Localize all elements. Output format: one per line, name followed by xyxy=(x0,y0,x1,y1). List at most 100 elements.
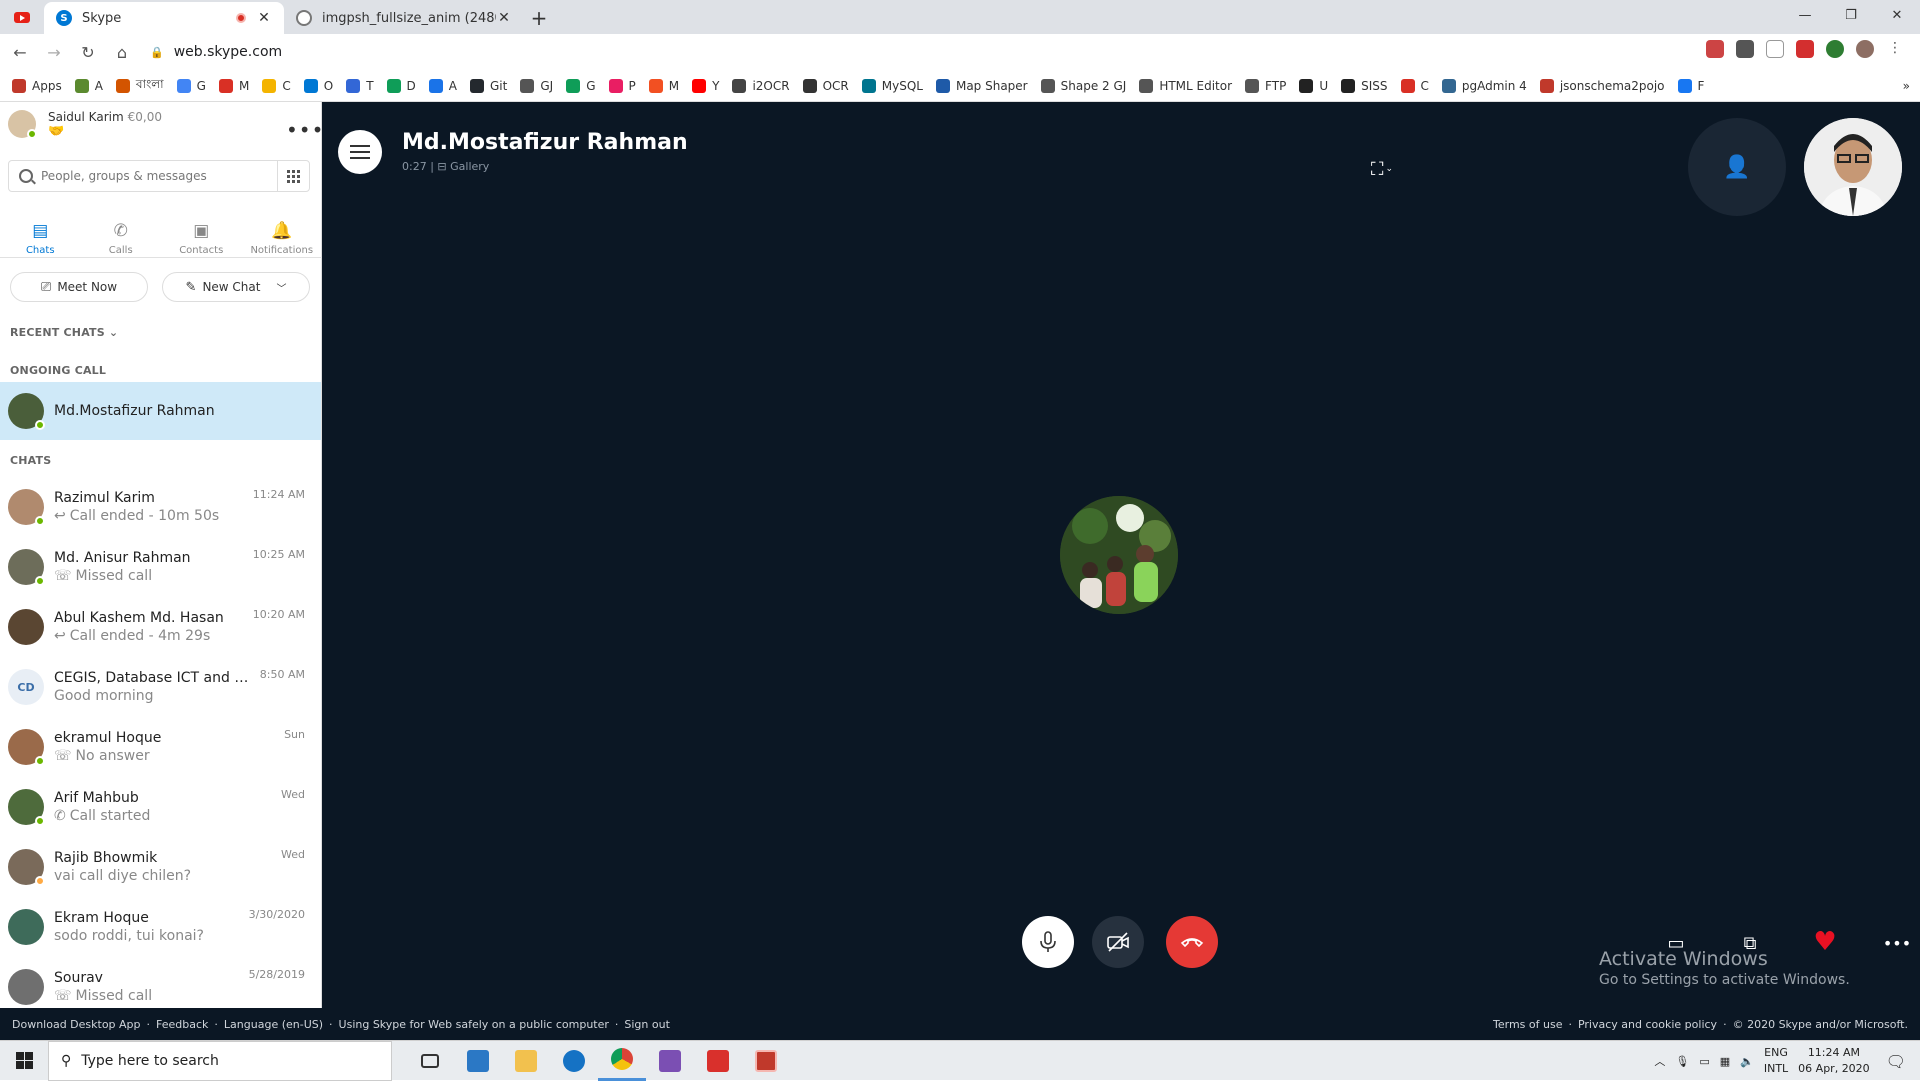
bookmark-item[interactable]: GJ xyxy=(520,78,553,93)
restore-icon[interactable]: ❐ xyxy=(1828,0,1874,30)
video-toggle-button[interactable] xyxy=(1092,916,1144,968)
bookmark-item[interactable]: HTML Editor xyxy=(1139,78,1232,93)
bookmark-item[interactable]: SISS xyxy=(1341,78,1388,93)
bookmark-item[interactable]: D xyxy=(386,78,416,93)
app-icon[interactable] xyxy=(694,1041,742,1081)
tab-calls[interactable]: ✆ Calls xyxy=(81,208,162,256)
more-options-icon[interactable]: ••• xyxy=(286,118,324,142)
bookmark-item[interactable]: F xyxy=(1677,78,1704,93)
search-input[interactable]: People, groups & messages xyxy=(8,160,310,192)
profile-avatar-icon[interactable] xyxy=(1856,40,1874,58)
back-icon[interactable]: ← xyxy=(6,38,34,66)
youtube-pinned-tab-icon[interactable] xyxy=(0,0,44,34)
chevron-down-icon[interactable]: ﹀ xyxy=(276,280,286,295)
bookmark-item[interactable]: jsonschema2pojo xyxy=(1539,78,1665,93)
url-field[interactable]: 🔒 web.skype.com xyxy=(140,38,1900,66)
bookmark-item[interactable]: G xyxy=(566,78,596,93)
recent-chats-header[interactable]: RECENT CHATS ⌄ xyxy=(10,326,118,339)
browser-tab-skype[interactable]: S Skype ✕ xyxy=(44,2,284,34)
menu-kebab-icon[interactable]: ⋮ xyxy=(1886,40,1904,58)
bookmarks-overflow-icon[interactable]: » xyxy=(1903,79,1910,93)
taskbar-search-input[interactable]: ⚲ Type here to search xyxy=(48,1040,392,1081)
bookmark-item[interactable]: M xyxy=(218,78,249,93)
minimize-icon[interactable]: — xyxy=(1782,0,1828,30)
hang-up-button[interactable] xyxy=(1166,916,1218,968)
bookmark-item[interactable]: i2OCR xyxy=(732,78,790,93)
battery-icon[interactable]: ▭ xyxy=(1699,1055,1709,1068)
chat-list-item[interactable]: Ekram Hoque sodo roddi, tui konai? 3/30/20… xyxy=(0,898,321,956)
file-explorer-icon[interactable] xyxy=(502,1041,550,1081)
avatar[interactable] xyxy=(8,110,37,139)
new-chat-button[interactable]: ✎ New Chat ﹀ xyxy=(162,272,310,302)
footer-link[interactable]: © 2020 Skype and/or Microsoft. xyxy=(1733,1018,1908,1031)
profile-header[interactable]: Saidul Karim €0,00 🤝 xyxy=(8,110,162,139)
action-center-icon[interactable]: 🗨 xyxy=(1886,1052,1906,1071)
footer-link[interactable]: Download Desktop App xyxy=(12,1018,141,1031)
chat-list-item[interactable]: Razimul Karim ↩ Call ended - 10m 50s 11:24 … xyxy=(0,478,321,536)
footer-link[interactable]: Using Skype for Web safely on a public c… xyxy=(339,1018,609,1031)
star-icon[interactable] xyxy=(1766,40,1784,58)
bookmark-item[interactable]: Git xyxy=(470,78,507,93)
chat-list-item[interactable]: Abul Kashem Md. Hasan ↩ Call ended - 4m 29… xyxy=(0,598,321,656)
bookmark-item[interactable]: C xyxy=(262,78,291,93)
bookmark-item[interactable]: Shape 2 GJ xyxy=(1040,78,1126,93)
bookmark-item[interactable]: pgAdmin 4 xyxy=(1441,78,1527,93)
clock[interactable]: 11:24 AM 06 Apr, 2020 xyxy=(1798,1045,1870,1077)
meet-now-button[interactable]: ⎚ Meet Now xyxy=(10,272,148,302)
bookmark-item[interactable]: P xyxy=(608,78,636,93)
bookmark-item[interactable]: FTP xyxy=(1245,78,1286,93)
footer-link[interactable]: Language (en-US) xyxy=(224,1018,323,1031)
bookmark-item[interactable]: বাংলা xyxy=(115,76,164,96)
forward-icon[interactable]: → xyxy=(40,38,68,66)
bookmark-item[interactable]: A xyxy=(74,78,103,93)
layout-switch-icon[interactable]: ⛶ ⌄ xyxy=(1362,154,1402,184)
skype-credit[interactable]: €0,00 xyxy=(128,110,162,124)
bookmark-item[interactable]: C xyxy=(1400,78,1429,93)
bookmark-item[interactable]: G xyxy=(176,78,206,93)
edge-icon[interactable] xyxy=(550,1041,598,1081)
bookmark-item[interactable]: MySQL xyxy=(861,78,923,93)
language-indicator[interactable]: ENG INTL xyxy=(1764,1045,1788,1077)
browser-tab-image[interactable]: imgpsh_fullsize_anim (2480×350 ✕ xyxy=(284,2,524,34)
ongoing-call-item[interactable]: Md.Mostafizur Rahman xyxy=(0,382,321,440)
footer-link[interactable]: Terms of use xyxy=(1493,1018,1562,1031)
network-icon[interactable]: ▦ xyxy=(1720,1055,1730,1068)
reload-icon[interactable]: ↻ xyxy=(74,38,102,66)
chat-list-item[interactable]: Rajib Bhowmik vai call diye chilen? Wed xyxy=(0,838,321,896)
bookmark-item[interactable]: Apps xyxy=(12,78,62,93)
task-view-icon[interactable] xyxy=(406,1041,454,1081)
self-video-preview[interactable] xyxy=(1804,118,1902,216)
chat-list-item[interactable]: ekramul Hoque ☏ No answer Sun xyxy=(0,718,321,776)
bookmark-item[interactable]: U xyxy=(1299,78,1328,93)
footer-link[interactable]: Privacy and cookie policy xyxy=(1578,1018,1717,1031)
close-tab-icon[interactable]: ✕ xyxy=(256,10,272,26)
chat-list-item[interactable]: CD CEGIS, Database ICT and Sy... Good morn… xyxy=(0,658,321,716)
visual-studio-icon[interactable] xyxy=(646,1041,694,1081)
dialpad-icon[interactable] xyxy=(277,161,309,191)
tab-contacts[interactable]: ▣ Contacts xyxy=(161,208,242,256)
home-icon[interactable]: ⌂ xyxy=(108,38,136,66)
close-window-icon[interactable]: ✕ xyxy=(1874,0,1920,30)
tab-notifications[interactable]: 🔔 Notifications xyxy=(242,208,323,256)
windows-start-icon[interactable] xyxy=(0,1041,48,1081)
chat-list-item[interactable]: Md. Anisur Rahman ☏ Missed call 10:25 AM xyxy=(0,538,321,596)
camera-icon[interactable] xyxy=(1736,40,1754,58)
app-icon[interactable] xyxy=(454,1041,502,1081)
more-options-icon[interactable]: ••• xyxy=(1882,930,1912,956)
bookmark-item[interactable]: T xyxy=(346,78,374,93)
extension-icon[interactable] xyxy=(1706,40,1724,58)
bookmark-item[interactable]: A xyxy=(428,78,457,93)
close-tab-icon[interactable]: ✕ xyxy=(496,10,512,26)
bookmark-item[interactable]: O xyxy=(303,78,333,93)
extension-icon[interactable] xyxy=(1826,40,1844,58)
volume-icon[interactable]: 🔈 xyxy=(1740,1055,1754,1068)
chat-list-item[interactable]: Arif Mahbub ✆ Call started Wed xyxy=(0,778,321,836)
microphone-icon[interactable]: 🎙 xyxy=(1675,1055,1689,1068)
adblock-icon[interactable] xyxy=(1796,40,1814,58)
new-tab-button[interactable]: + xyxy=(524,2,554,34)
view-mode-label[interactable]: Gallery xyxy=(450,160,489,173)
bookmark-item[interactable]: OCR xyxy=(802,78,849,93)
footer-link[interactable]: Feedback xyxy=(156,1018,208,1031)
bookmark-item[interactable]: Map Shaper xyxy=(935,78,1028,93)
app-icon[interactable] xyxy=(742,1041,790,1081)
